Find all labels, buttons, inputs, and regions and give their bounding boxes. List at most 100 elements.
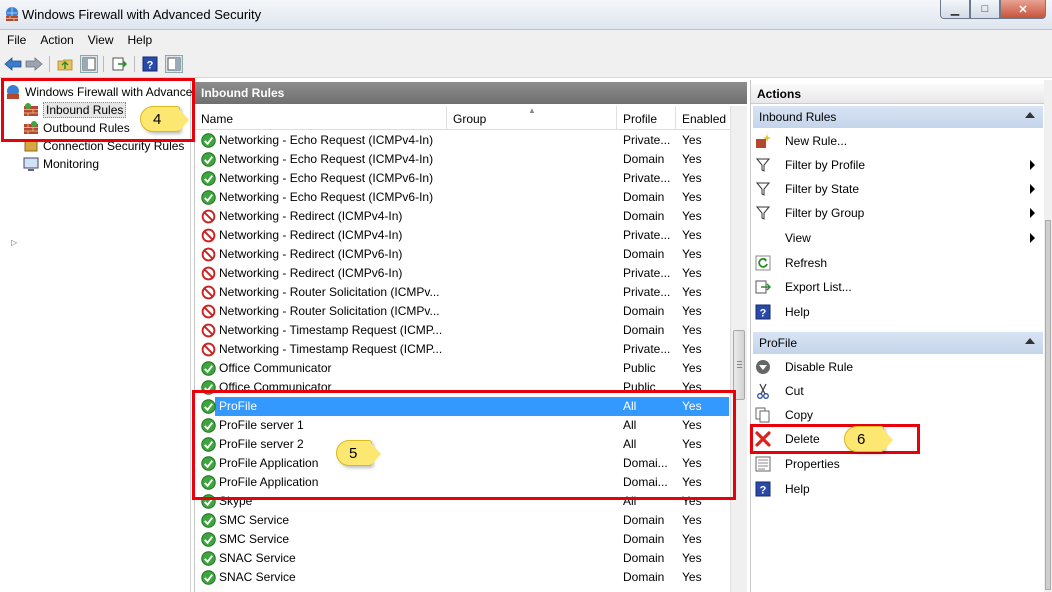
action-help-profile[interactable]: ? Help bbox=[755, 478, 1043, 500]
export-icon bbox=[755, 279, 771, 295]
rule-name: Networking - Redirect (ICMPv4-In) bbox=[219, 228, 403, 242]
menu-action[interactable]: Action bbox=[33, 30, 80, 50]
rule-enabled: Yes bbox=[682, 133, 702, 147]
help-icon[interactable]: ? bbox=[141, 55, 159, 73]
rule-profile: Domain bbox=[623, 190, 665, 204]
up-folder-icon[interactable] bbox=[56, 55, 74, 73]
menu-help[interactable]: Help bbox=[121, 30, 160, 50]
action-copy[interactable]: Copy bbox=[755, 404, 1043, 426]
table-row[interactable]: ProFile Application Domai... Yes bbox=[195, 454, 730, 473]
block-icon bbox=[201, 266, 216, 281]
rule-name: Networking - Timestamp Request (ICMP... bbox=[219, 323, 443, 337]
close-button[interactable]: ✕ bbox=[1000, 0, 1046, 19]
rule-enabled: Yes bbox=[682, 152, 702, 166]
rule-name: Office Communicator bbox=[219, 361, 332, 375]
action-label: New Rule... bbox=[785, 134, 848, 148]
help-icon: ? bbox=[755, 304, 771, 320]
rule-enabled: Yes bbox=[682, 551, 702, 565]
action-delete[interactable]: Delete bbox=[755, 428, 1043, 450]
back-icon[interactable] bbox=[4, 55, 22, 73]
table-row[interactable]: ProFile All Yes bbox=[201, 397, 729, 416]
action-filter-by-profile[interactable]: Filter by Profile bbox=[755, 154, 1043, 176]
rule-enabled: Yes bbox=[682, 361, 702, 375]
column-profile[interactable]: Profile bbox=[617, 106, 676, 130]
tree-item-label: Connection Security Rules bbox=[43, 139, 185, 153]
collapse-icon[interactable] bbox=[1025, 112, 1035, 118]
action-filter-by-group[interactable]: Filter by Group bbox=[755, 202, 1043, 224]
collapse-icon[interactable] bbox=[1025, 338, 1035, 344]
table-row[interactable]: ProFile Application Domai... Yes bbox=[195, 473, 730, 492]
navigation-tree: Windows Firewall with Advance Inbound Ru… bbox=[0, 80, 192, 592]
vertical-scrollbar[interactable] bbox=[730, 106, 747, 592]
tree-item-connection-security[interactable]: Connection Security Rules bbox=[23, 137, 184, 155]
maximize-button[interactable]: □ bbox=[970, 0, 1000, 19]
rule-profile: All bbox=[623, 418, 637, 432]
column-name[interactable]: Name bbox=[195, 106, 447, 130]
table-row[interactable]: Office Communicator Public Yes bbox=[195, 378, 730, 397]
minimize-button[interactable]: ▁ bbox=[940, 0, 970, 19]
tree-item-inbound-rules[interactable]: Inbound Rules bbox=[23, 101, 127, 119]
section-inbound-rules[interactable]: Inbound Rules bbox=[753, 106, 1043, 128]
table-row[interactable]: Networking - Echo Request (ICMPv6-In) Pri… bbox=[195, 169, 730, 188]
action-label: Filter by State bbox=[785, 182, 860, 196]
action-properties[interactable]: Properties bbox=[755, 453, 1043, 475]
actions-scrollbar[interactable] bbox=[1044, 80, 1052, 592]
table-row[interactable]: ProFile server 2 All Yes bbox=[195, 435, 730, 454]
menu-view[interactable]: View bbox=[81, 30, 121, 50]
refresh-icon bbox=[755, 255, 771, 271]
rule-profile: All bbox=[623, 399, 637, 413]
action-disable-rule[interactable]: Disable Rule bbox=[755, 356, 1043, 378]
table-row[interactable]: Networking - Redirect (ICMPv4-In) Domain Y… bbox=[195, 207, 730, 226]
window-title: Windows Firewall with Advanced Security bbox=[22, 7, 262, 22]
expand-arrow-icon[interactable]: ▷ bbox=[11, 238, 17, 247]
tree-item-monitoring[interactable]: Monitoring bbox=[23, 155, 99, 173]
action-filter-by-state[interactable]: Filter by State bbox=[755, 178, 1043, 200]
forward-icon[interactable] bbox=[25, 55, 43, 73]
rule-enabled: Yes bbox=[682, 475, 702, 489]
action-view[interactable]: View bbox=[755, 227, 1043, 249]
action-help[interactable]: ? Help bbox=[755, 301, 1043, 323]
table-row[interactable]: Networking - Router Solicitation (ICMPv.… bbox=[195, 302, 730, 321]
table-row[interactable]: SNAC Service Domain Yes bbox=[195, 549, 730, 568]
table-row[interactable]: Networking - Redirect (ICMPv6-In) Domain Y… bbox=[195, 245, 730, 264]
table-row[interactable]: Skype All Yes bbox=[195, 492, 730, 511]
tree-item-outbound-rules[interactable]: Outbound Rules bbox=[23, 119, 130, 137]
action-cut[interactable]: Cut bbox=[755, 380, 1043, 402]
scrollbar-thumb[interactable] bbox=[1045, 220, 1051, 590]
table-row[interactable]: ProFile server 1 All Yes bbox=[195, 416, 730, 435]
table-row[interactable]: SMC Service Domain Yes bbox=[195, 530, 730, 549]
show-hide-tree-icon[interactable] bbox=[80, 55, 98, 73]
table-row[interactable]: SNAC Service Domain Yes bbox=[195, 568, 730, 587]
column-headers: Name Group ▲ Profile Enabled bbox=[195, 106, 730, 130]
action-refresh[interactable]: Refresh bbox=[755, 252, 1043, 274]
svg-text:?: ? bbox=[147, 60, 154, 72]
rule-profile: Domain bbox=[623, 570, 665, 584]
rule-profile: Private... bbox=[623, 133, 671, 147]
block-icon bbox=[201, 342, 216, 357]
submenu-arrow-icon bbox=[1030, 208, 1035, 218]
tree-item-label: Monitoring bbox=[43, 157, 100, 171]
show-hide-action-pane-icon[interactable] bbox=[165, 55, 183, 73]
table-row[interactable]: Networking - Echo Request (ICMPv4-In) Pri… bbox=[195, 131, 730, 150]
action-export-list[interactable]: Export List... bbox=[755, 276, 1043, 298]
menu-file[interactable]: File bbox=[0, 30, 33, 50]
table-row[interactable]: Office Communicator Public Yes bbox=[195, 359, 730, 378]
section-profile[interactable]: ProFile bbox=[753, 332, 1043, 354]
scrollbar-thumb[interactable] bbox=[733, 330, 745, 400]
table-row[interactable]: Networking - Router Solicitation (ICMPv.… bbox=[195, 283, 730, 302]
rule-enabled: Yes bbox=[682, 304, 702, 318]
column-enabled[interactable]: Enabled bbox=[676, 106, 730, 130]
table-row[interactable]: Networking - Echo Request (ICMPv6-In) Dom… bbox=[195, 188, 730, 207]
table-row[interactable]: Networking - Echo Request (ICMPv4-In) Dom… bbox=[195, 150, 730, 169]
table-row[interactable]: Networking - Redirect (ICMPv6-In) Private… bbox=[195, 264, 730, 283]
action-new-rule[interactable]: New Rule... bbox=[755, 130, 1043, 152]
table-row[interactable]: Networking - Timestamp Request (ICMP... D… bbox=[195, 321, 730, 340]
export-icon[interactable] bbox=[110, 55, 128, 73]
tree-root[interactable]: Windows Firewall with Advance bbox=[5, 83, 192, 101]
table-row[interactable]: Networking - Timestamp Request (ICMP... P… bbox=[195, 340, 730, 359]
rule-name: SMC Service bbox=[219, 513, 290, 527]
section-label: ProFile bbox=[759, 336, 798, 350]
allow-check-icon bbox=[201, 190, 216, 205]
table-row[interactable]: SMC Service Domain Yes bbox=[195, 511, 730, 530]
table-row[interactable]: Networking - Redirect (ICMPv4-In) Private… bbox=[195, 226, 730, 245]
